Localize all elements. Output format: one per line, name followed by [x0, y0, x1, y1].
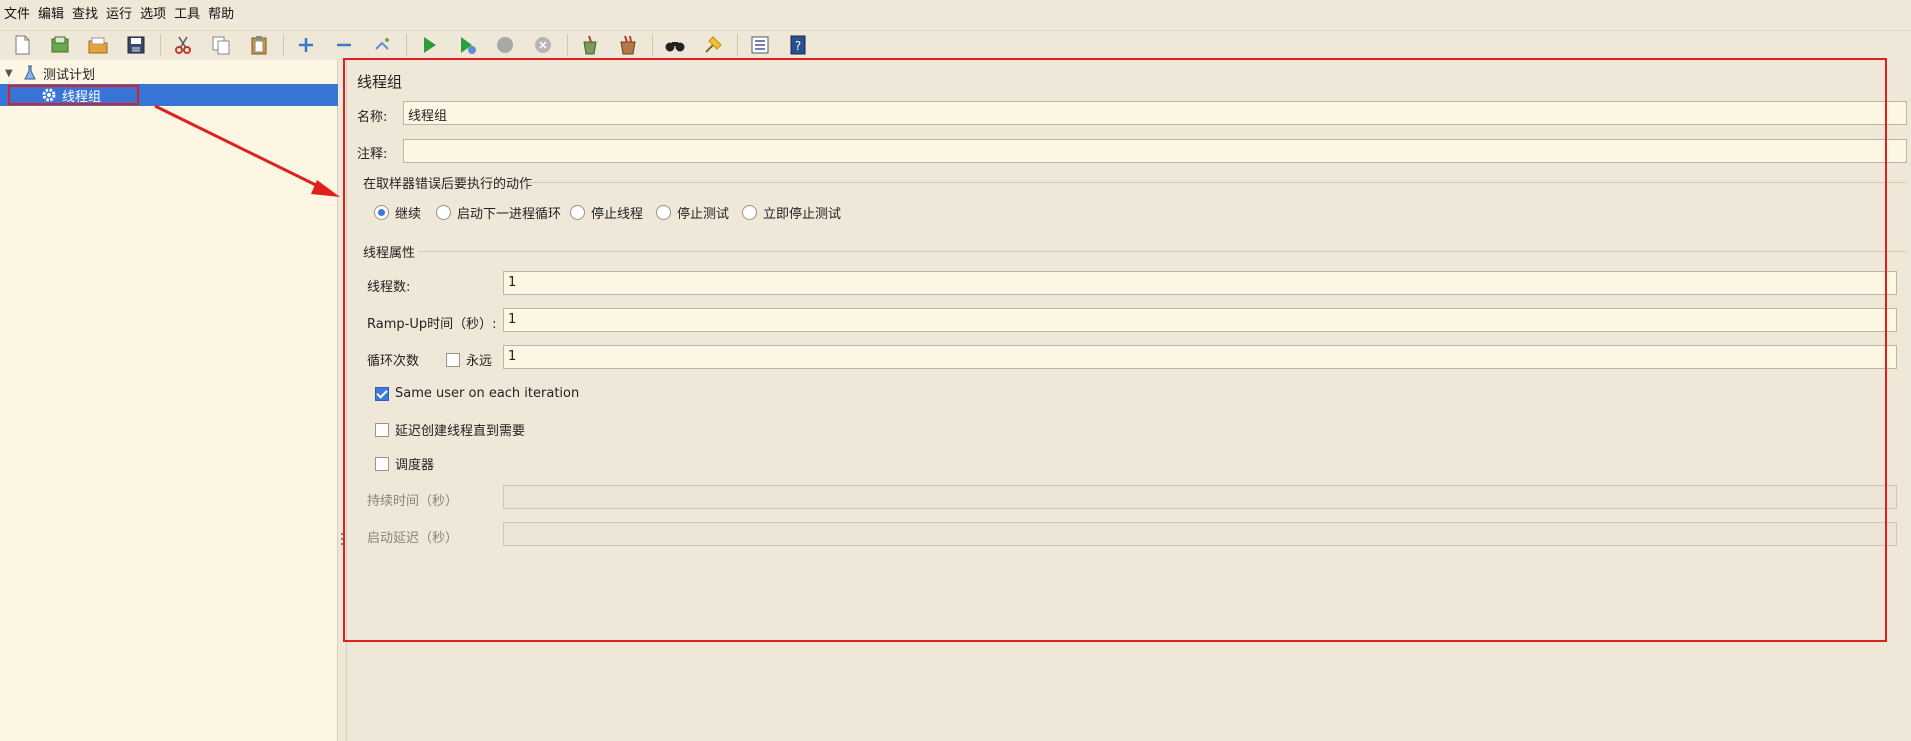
paste-button[interactable] [245, 32, 273, 58]
flask-icon [21, 64, 39, 82]
templates-button[interactable] [46, 32, 74, 58]
tree-node-test-plan[interactable]: ▼ 测试计划 [0, 62, 95, 84]
function-helper-icon [751, 36, 769, 53]
open-button[interactable] [84, 32, 112, 58]
svg-text:?: ? [795, 39, 801, 53]
selected-node-highlight [8, 85, 139, 105]
cut-button[interactable] [169, 32, 197, 58]
toolbar-separator [160, 33, 161, 56]
collapse-icon [337, 43, 351, 46]
collapse-button[interactable] [330, 32, 358, 58]
start-no-pauses-icon [461, 36, 476, 54]
start-button[interactable] [415, 32, 443, 58]
toolbar-separator [406, 33, 407, 56]
shutdown-button[interactable] [529, 32, 557, 58]
clear-all-icon [620, 35, 636, 54]
copy-icon [212, 36, 230, 54]
clear-button[interactable] [576, 32, 604, 58]
open-icon [88, 37, 108, 53]
search-button[interactable] [661, 32, 689, 58]
shutdown-icon [535, 36, 551, 53]
copy-button[interactable] [207, 32, 235, 58]
reset-search-button[interactable] [699, 32, 727, 58]
expand-icon [299, 37, 313, 52]
menu-tools[interactable]: 工具 [170, 6, 204, 24]
tree-node-label: 测试计划 [43, 67, 96, 83]
save-button[interactable] [122, 32, 150, 58]
paste-icon [251, 35, 267, 54]
save-icon [127, 36, 145, 53]
tree-expand-toggle[interactable]: ▼ [5, 68, 15, 79]
menu-options[interactable]: 选项 [136, 6, 170, 24]
start-icon [424, 36, 436, 53]
toolbar-separator [567, 33, 568, 56]
toggle-button[interactable] [368, 32, 396, 58]
new-icon [15, 35, 30, 54]
annotation-highlight-frame [343, 58, 1887, 642]
help-icon: ? [790, 35, 806, 54]
clear-icon [583, 35, 597, 54]
toolbar-separator [283, 33, 284, 56]
menu-run[interactable]: 运行 [102, 6, 136, 24]
menu-bar: 文件 编辑 查找 运行 选项 工具 帮助 [0, 6, 238, 24]
toolbar-separator [652, 33, 653, 56]
start-no-pauses-button[interactable] [453, 32, 481, 58]
cut-icon [175, 36, 191, 54]
templates-icon [51, 36, 69, 52]
help-button[interactable]: ? [784, 32, 812, 58]
new-button[interactable] [8, 32, 36, 58]
clear-all-button[interactable] [614, 32, 642, 58]
toolbar: ? [0, 30, 1911, 58]
test-plan-tree: ▼ 测试计划 线程组 [0, 60, 338, 741]
menu-help[interactable]: 帮助 [204, 6, 238, 24]
menu-search[interactable]: 查找 [68, 6, 102, 24]
menu-file[interactable]: 文件 [0, 6, 34, 24]
stop-icon [497, 36, 513, 53]
toolbar-separator [737, 33, 738, 56]
search-icon [665, 41, 685, 51]
reset-search-icon [705, 35, 722, 53]
menu-edit[interactable]: 编辑 [34, 6, 68, 24]
expand-button[interactable] [292, 32, 320, 58]
function-helper-button[interactable] [746, 32, 774, 58]
stop-button[interactable] [491, 32, 519, 58]
toggle-icon [375, 37, 389, 50]
